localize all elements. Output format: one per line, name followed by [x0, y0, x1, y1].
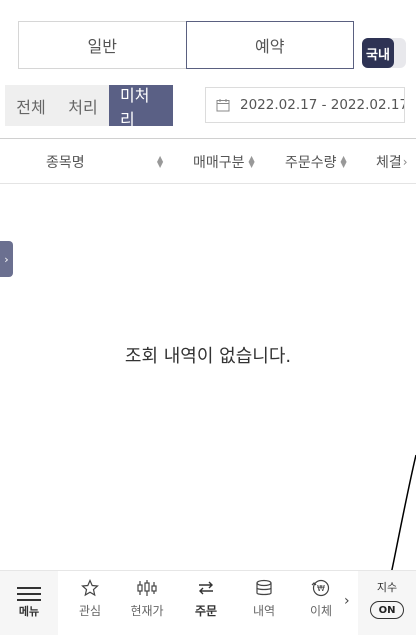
filter-unprocessed[interactable]: 미처리	[109, 85, 173, 129]
nav-label: 관심	[78, 604, 102, 618]
nav-current-price[interactable]: 현재가	[118, 579, 176, 619]
column-trade-type[interactable]: 매매구분 ▲ ▼	[193, 139, 255, 185]
won-icon: ₩	[311, 579, 330, 597]
chevron-right-icon: ›	[4, 252, 9, 266]
nav-more-arrow[interactable]: ›	[344, 593, 350, 609]
chevron-right-icon: ›	[344, 593, 350, 609]
table-header: 종목명 ▲ ▼ 매매구분 ▲ ▼ 주문수량 ▲ ▼ 체결 ›	[0, 138, 416, 184]
nav-history[interactable]: 내역	[235, 579, 293, 619]
index-on-toggle[interactable]: ON	[370, 601, 404, 619]
index-toggle-panel[interactable]: 지수 ON	[358, 571, 416, 635]
filter-processed[interactable]: 처리	[57, 85, 109, 126]
nav-label: 주문	[194, 604, 218, 618]
bottom-nav: 메뉴 관심 현재가 주문 내역 ₩ 이체 › 지수 ON	[0, 570, 416, 644]
nav-watchlist[interactable]: 관심	[61, 579, 119, 619]
column-executed[interactable]: 체결 ›	[376, 139, 408, 185]
column-label: 종목명	[46, 155, 85, 171]
nav-label: 현재가	[130, 604, 164, 618]
nav-label: 내역	[252, 604, 276, 618]
order-type-tabs: 일반 예약	[18, 21, 354, 69]
column-label: 주문수량	[285, 155, 337, 171]
tab-reserve[interactable]: 예약	[185, 21, 354, 69]
domestic-toggle[interactable]: 국내	[362, 38, 406, 68]
sort-icon[interactable]: ▲ ▼	[153, 139, 163, 185]
nav-order[interactable]: 주문	[177, 579, 235, 619]
menu-icon	[17, 587, 41, 601]
date-range-text: 2022.02.17 - 2022.02.17	[240, 97, 405, 113]
nav-label: 이체	[309, 604, 333, 618]
menu-label: 메뉴	[18, 605, 40, 618]
index-label: 지수	[376, 581, 398, 594]
filter-all[interactable]: 전체	[5, 85, 57, 126]
side-drawer-handle[interactable]: ›	[0, 241, 13, 277]
column-label: 체결	[376, 155, 402, 171]
chevron-right-icon: ›	[402, 155, 408, 169]
sort-icon: ▲ ▼	[340, 154, 347, 169]
sort-icon: ▲ ▼	[248, 154, 255, 169]
status-filters: 전체 처리 미처리	[5, 85, 173, 129]
calendar-icon	[216, 99, 230, 112]
nav-transfer[interactable]: ₩ 이체	[292, 579, 350, 619]
tab-general[interactable]: 일반	[18, 21, 186, 69]
column-order-qty[interactable]: 주문수량 ▲ ▼	[285, 139, 347, 185]
star-icon	[81, 579, 99, 597]
column-label: 매매구분	[193, 155, 245, 171]
menu-button[interactable]: 메뉴	[0, 571, 58, 635]
database-icon	[256, 579, 272, 596]
date-range-picker[interactable]: 2022.02.17 - 2022.02.17	[205, 87, 405, 123]
svg-text:₩: ₩	[317, 584, 325, 593]
domestic-toggle-label: 국내	[362, 38, 394, 68]
column-stock-name[interactable]: 종목명	[46, 139, 85, 185]
empty-message: 조회 내역이 없습니다.	[124, 346, 292, 367]
swap-icon	[199, 581, 213, 595]
chart-icon	[137, 580, 157, 596]
